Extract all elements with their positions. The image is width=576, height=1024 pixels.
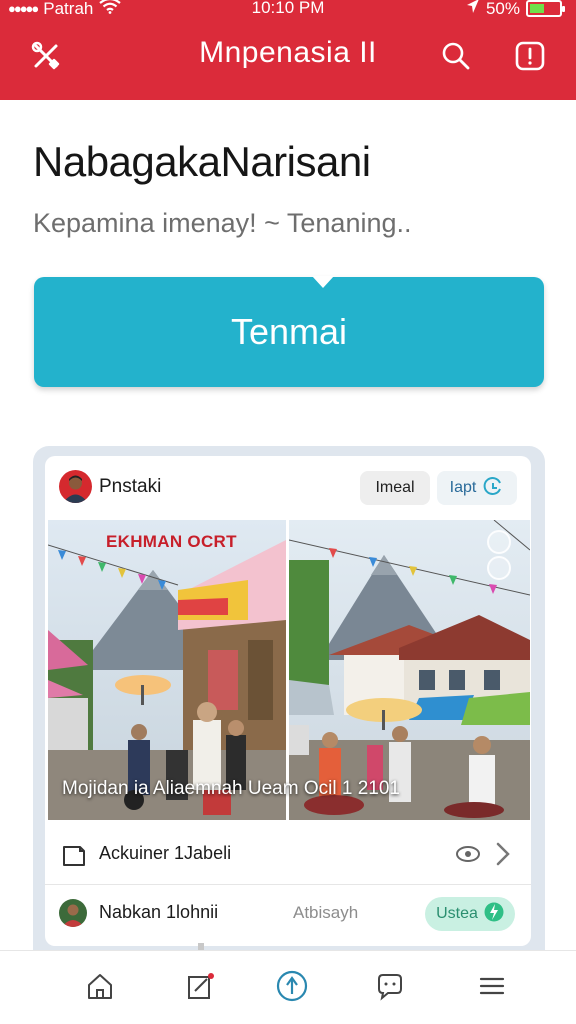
photo-prev-button[interactable] <box>487 530 511 554</box>
home-icon[interactable] <box>80 966 120 1006</box>
page-subtitle: Kepamina imenay! ~ Tenaning.. <box>33 208 412 238</box>
card-row-second-label: Nabkan 1lohnii <box>99 902 219 922</box>
card-header: Pnstaki Imeal Iapt <box>45 456 531 518</box>
status-badge[interactable]: Ustea <box>425 897 515 931</box>
photo-overlay-title: EKHMAN OCRT <box>106 532 237 551</box>
post-card: Pnstaki Imeal Iapt EKHMAN OCRT Mojidan i… <box>45 456 531 946</box>
chevron-right-icon[interactable] <box>495 842 511 871</box>
app-header: Mnpenasia II <box>0 22 576 92</box>
battery-percent: 50% <box>485 0 520 18</box>
card-row-second-meta: Atbisayh <box>293 903 359 922</box>
photo-caption: Mojidan ia Aliaemnah Ueam Ocil 1 2101 <box>62 778 400 799</box>
author-avatar[interactable] <box>59 470 92 503</box>
share-button[interactable]: Iapt <box>437 471 517 505</box>
menu-icon[interactable] <box>472 966 512 1006</box>
commenter-avatar[interactable] <box>59 899 87 927</box>
view-icon[interactable] <box>455 844 481 869</box>
page-title: NabagakaNarisani <box>33 138 371 185</box>
email-button[interactable]: Imeal <box>360 471 430 505</box>
refresh-icon <box>482 475 504 502</box>
photo-left[interactable]: EKHMAN OCRT <box>48 520 286 820</box>
share-button-label: Iapt <box>449 479 477 496</box>
photo-gallery: EKHMAN OCRT Mojidan ia Aliaemnah Ueam Oc… <box>48 520 530 820</box>
photo-next-button[interactable] <box>487 556 511 580</box>
note-icon <box>61 842 87 873</box>
app-title: Mnpenasia II <box>199 36 377 69</box>
card-row-first[interactable]: Ackuiner 1Jabeli <box>45 826 531 884</box>
compose-icon[interactable] <box>180 966 220 1006</box>
status-badge-label: Ustea <box>436 905 478 922</box>
tools-icon[interactable] <box>28 38 64 74</box>
alert-icon[interactable] <box>512 38 548 74</box>
chat-icon[interactable] <box>370 966 410 1006</box>
card-row-second[interactable]: Nabkan 1lohnii Atbisayh Ustea <box>45 885 531 943</box>
top-bar: ●●●●● Patrah 10:10 PM 50% Mnpenasia II <box>0 0 576 100</box>
bolt-icon <box>484 901 504 928</box>
explore-icon[interactable] <box>272 966 312 1006</box>
status-right: 50% <box>466 0 565 19</box>
battery-fill <box>530 4 544 13</box>
location-icon <box>466 0 480 19</box>
card-row-first-label: Ackuiner 1Jabeli <box>99 843 232 863</box>
photo-right[interactable] <box>289 520 530 820</box>
battery-icon <box>526 0 565 17</box>
search-icon[interactable] <box>438 38 474 74</box>
bottom-tab-bar <box>0 950 576 1024</box>
author-name: Pnstaki <box>99 476 162 497</box>
primary-cta-button[interactable]: Tenmai <box>34 276 544 387</box>
status-bar: ●●●●● Patrah 10:10 PM 50% <box>0 0 576 20</box>
